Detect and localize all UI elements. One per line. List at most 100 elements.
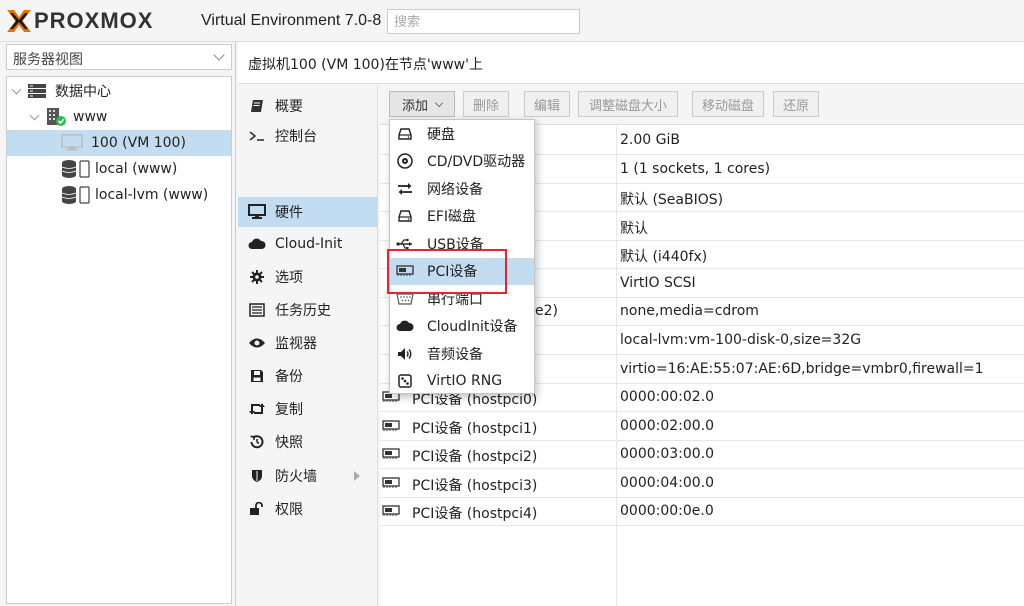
nav-item-options[interactable]: 选项 [238,262,378,292]
nav-item-hardware[interactable]: 硬件 [238,197,378,227]
nav-item-cloud-init[interactable]: Cloud-Init [238,229,378,259]
nav-item-label: 备份 [275,369,303,385]
search-input[interactable] [387,9,580,34]
row-value: 默认 [620,221,648,237]
nav-item-label: 快照 [275,435,303,451]
storage-icon [61,186,90,204]
menu-item-label: CloudInit设备 [427,319,518,336]
tree-item-storage-local-lvm[interactable]: local-lvm (www) [7,182,231,208]
menu-item-label: CD/DVD驱动器 [427,154,526,171]
menu-item-label: VirtIO RNG [427,373,503,390]
pci-card-icon [382,477,400,488]
resize-disk-button[interactable]: 调整磁盘大小 [578,91,678,117]
edit-button[interactable]: 编辑 [524,91,570,117]
nav-item-replication[interactable]: 复制 [238,394,378,424]
chevron-down-icon [434,98,444,107]
tree-item-vm-100[interactable]: 100 (VM 100) [7,130,231,156]
nav-item-label: Cloud-Init [275,236,343,252]
nav-item-permissions[interactable]: 权限 [238,494,378,524]
chevron-down-icon [213,49,225,61]
retweet-icon [248,401,266,417]
nav-item-label: 监视器 [275,336,317,352]
hdd-icon [396,208,414,224]
table-row[interactable]: PCI设备 (hostpci4) 0000:00:0e.0 [380,497,1024,526]
cloud-icon [396,318,414,334]
tree-item-label: local (www) [95,161,178,177]
revert-button-label: 还原 [782,98,809,114]
terminal-icon [248,128,266,144]
row-name: PCI设备 (hostpci2) [412,449,538,465]
nav-item-label: 选项 [275,270,303,286]
gear-icon [248,269,266,285]
menu-item-label: 硬盘 [427,126,455,143]
nav-item-monitor[interactable]: 监视器 [238,328,378,358]
nav-item-label: 权限 [275,502,303,518]
top-bar: PROXMOX Virtual Environment 7.0-8 [0,0,1024,42]
tree-item-storage-local[interactable]: local (www) [7,156,231,182]
proxmox-x-icon [7,10,31,32]
row-value: VirtIO SCSI [620,275,696,291]
tree-item-node-www[interactable]: www [7,104,231,130]
proxmox-logo[interactable]: PROXMOX [6,8,154,33]
menu-item-virtio-rng[interactable]: VirtIO RNG [390,368,534,396]
nav-item-label: 复制 [275,402,303,418]
table-row[interactable]: PCI设备 (hostpci3) 0000:04:00.0 [380,469,1024,498]
menu-item-cloudinit[interactable]: CloudInit设备 [390,313,534,341]
menu-item-label: EFI磁盘 [427,209,477,226]
menu-item-hard-disk[interactable]: 硬盘 [390,120,534,148]
nav-item-label: 任务历史 [275,303,331,319]
tree-item-datacenter[interactable]: 数据中心 [7,78,231,104]
menu-item-cd-dvd[interactable]: CD/DVD驱动器 [390,148,534,176]
page-title: 虚拟机100 (VM 100)在节点'www'上 [238,42,1024,84]
desktop-icon [248,204,266,220]
row-name: PCI设备 (hostpci3) [412,478,538,494]
row-name: PCI设备 (hostpci4) [412,506,538,522]
expand-toggle-icon[interactable] [29,111,41,123]
nav-item-snapshots[interactable]: 快照 [238,427,378,457]
nav-item-backup[interactable]: 备份 [238,361,378,391]
resize-disk-button-label: 调整磁盘大小 [588,98,667,114]
add-button-label: 添加 [401,98,428,114]
logo-text: PROXMOX [34,8,154,33]
row-value: none,media=cdrom [620,303,759,319]
eye-icon [248,335,266,351]
view-select[interactable]: 服务器视图 [6,44,232,70]
expand-toggle-icon[interactable] [11,85,23,97]
row-value: 2.00 GiB [620,132,680,148]
add-button[interactable]: 添加 [389,91,455,117]
nav-item-task-history[interactable]: 任务历史 [238,295,378,325]
resource-tree: 数据中心 www 100 (VM 100) local (www) local-… [6,76,232,604]
cdrom-icon [396,153,414,169]
chevron-right-icon[interactable] [354,471,360,481]
vm-monitor-icon [61,134,83,151]
history-icon [248,434,266,450]
menu-item-efi-disk[interactable]: EFI磁盘 [390,203,534,231]
floppy-icon [248,368,266,384]
row-value: 默认 (SeaBIOS) [620,192,724,208]
menu-item-network[interactable]: 网络设备 [390,175,534,203]
vm-sub-nav: 概要 控制台 硬件 Cloud-Init 选项 任务历史 监视器 备份 复制 快… [238,85,378,606]
highlight-annotation [387,249,507,294]
nav-item-summary[interactable]: 概要 [238,91,378,121]
row-name: e2) [535,303,558,319]
move-disk-button[interactable]: 移动磁盘 [692,91,764,117]
nav-item-firewall[interactable]: 防火墙 [238,461,378,491]
row-value: 0000:04:00.0 [620,475,715,491]
table-row[interactable]: PCI设备 (hostpci1) 0000:02:00.0 [380,412,1024,441]
cloud-icon [248,236,266,252]
menu-item-audio[interactable]: 音频设备 [390,340,534,368]
nav-item-console[interactable]: 控制台 [238,121,378,151]
table-row[interactable]: PCI设备 (hostpci2) 0000:03:00.0 [380,440,1024,469]
resource-tree-panel: 服务器视图 数据中心 www 100 (VM 100) local (www) … [0,42,236,606]
storage-icon [61,160,90,178]
revert-button[interactable]: 还原 [773,91,819,117]
remove-button-label: 删除 [472,98,499,114]
dice-icon [396,373,414,389]
row-name: PCI设备 (hostpci1) [412,421,538,437]
view-select-label: 服务器视图 [13,52,83,68]
row-value: 0000:03:00.0 [620,446,715,462]
row-value: 1 (1 sockets, 1 cores) [620,161,771,177]
remove-button[interactable]: 删除 [463,91,509,117]
edit-button-label: 编辑 [533,98,560,114]
tree-item-label: local-lvm (www) [95,187,209,203]
